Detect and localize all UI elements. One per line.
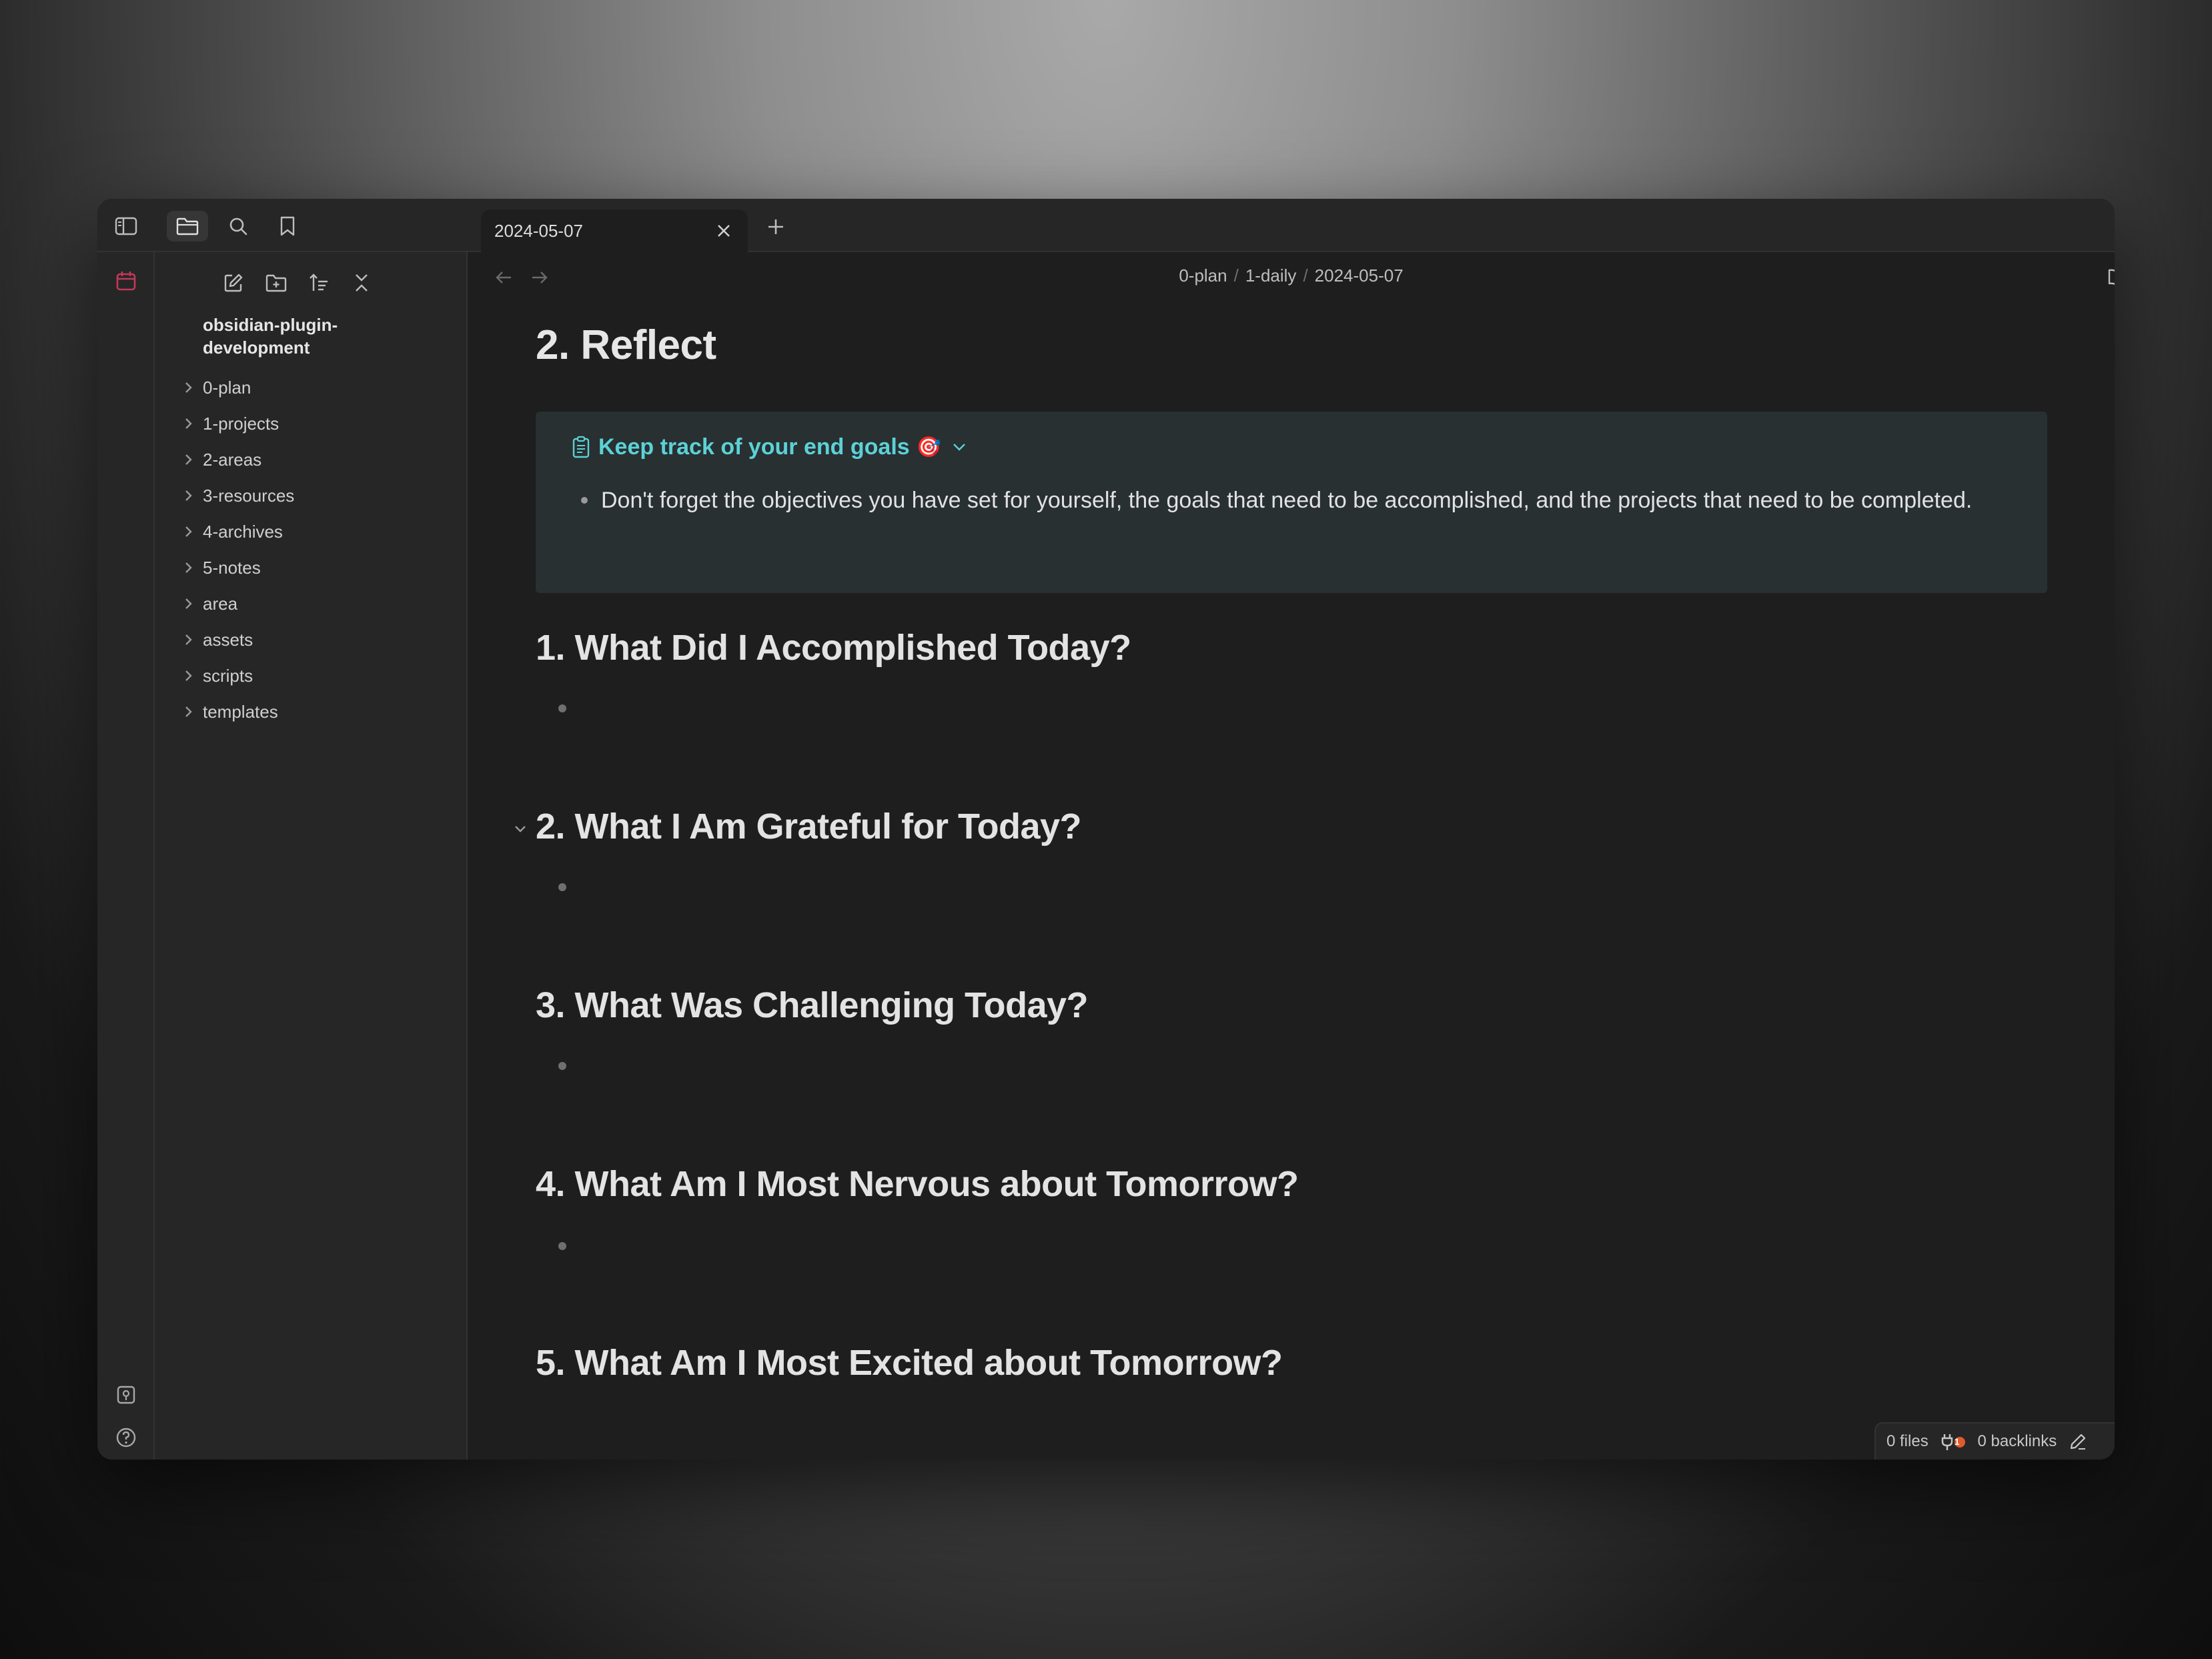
empty-bullet[interactable] <box>558 883 566 891</box>
tab-bar: 2024-05-07 <box>468 199 2115 252</box>
close-tab-icon[interactable] <box>712 219 736 243</box>
folder-item[interactable]: scripts <box>175 658 453 694</box>
chevron-right-icon[interactable] <box>175 453 203 466</box>
explorer-toolbar <box>155 264 466 302</box>
breadcrumb-item[interactable]: 2024-05-07 <box>1315 265 1404 286</box>
heading-fold-chevron-icon[interactable] <box>510 819 530 839</box>
plug-icon <box>1941 1434 1965 1450</box>
folder-label: 5-notes <box>203 557 261 578</box>
view-header: 0-plan / 1-daily / 2024-05-07 <box>468 252 2115 303</box>
folder-label: assets <box>203 629 253 650</box>
breadcrumb-item[interactable]: 0-plan <box>1179 265 1227 286</box>
new-note-icon[interactable] <box>215 264 252 302</box>
folder-label: 4-archives <box>203 521 283 542</box>
chevron-right-icon[interactable] <box>175 633 203 646</box>
vault-name[interactable]: obsidian-plugin-development <box>203 314 403 359</box>
calendar-icon[interactable] <box>111 265 141 296</box>
empty-bullet[interactable] <box>558 704 566 712</box>
file-explorer: obsidian-plugin-development 0-plan 1-proj… <box>155 252 468 1460</box>
section-heading: 5. What Am I Most Excited about Tomorrow… <box>536 1343 1283 1383</box>
section-heading-grateful: 2. What I Am Grateful for Today? <box>515 806 1082 847</box>
status-bar: 0 files 1 0 backlinks <box>1874 1422 2115 1460</box>
section-heading: 1. What Did I Accomplished Today? <box>536 628 1131 668</box>
folder-item[interactable]: assets <box>175 622 453 658</box>
folder-tree: 0-plan 1-projects 2-areas 3-resources 4-arch… <box>175 370 453 730</box>
chevron-right-icon[interactable] <box>175 489 203 502</box>
folder-label: 0-plan <box>203 377 251 398</box>
section-heading-text: 2. What I Am Grateful for Today? <box>536 806 1082 847</box>
folder-item[interactable]: 2-areas <box>175 442 453 478</box>
vault-switch-icon[interactable] <box>111 1379 141 1410</box>
plugin-badge-count: 1 <box>1954 1436 1960 1447</box>
folder-item[interactable]: 0-plan <box>175 370 453 406</box>
folder-label: scripts <box>203 665 253 686</box>
folder-label: templates <box>203 701 278 722</box>
new-tab-icon[interactable] <box>761 212 790 241</box>
folder-label: 2-areas <box>203 449 262 470</box>
editor[interactable]: 2. Reflect Keep track of your end goals … <box>515 312 2047 1383</box>
folder-item[interactable]: 3-resources <box>175 478 453 514</box>
callout-title[interactable]: Keep track of your end goals 🎯 <box>569 432 971 462</box>
callout-title-text: Keep track of your end goals <box>598 434 910 460</box>
reading-view-icon[interactable] <box>2103 263 2115 292</box>
edit-mode-pencil-icon[interactable] <box>2069 1432 2087 1451</box>
breadcrumb-separator: / <box>1233 265 1239 286</box>
section-heading: 4. What Am I Most Nervous about Tomorrow… <box>536 1164 1299 1204</box>
chevron-right-icon[interactable] <box>175 381 203 394</box>
empty-bullet[interactable] <box>558 1242 566 1250</box>
chevron-right-icon[interactable] <box>175 525 203 538</box>
bookmark-icon[interactable] <box>267 211 308 241</box>
tab-title: 2024-05-07 <box>494 220 583 241</box>
sidebar-toggle-icon[interactable] <box>105 211 147 241</box>
callout-text: Don't forget the objectives you have set… <box>601 488 1973 513</box>
breadcrumb-separator: / <box>1303 265 1308 286</box>
folder-icon[interactable] <box>167 211 208 241</box>
folder-item[interactable]: 4-archives <box>175 514 453 550</box>
callout-fold-chevron-icon[interactable] <box>948 436 971 458</box>
callout[interactable]: Keep track of your end goals 🎯 Don't for… <box>536 412 2047 593</box>
chevron-right-icon[interactable] <box>175 417 203 430</box>
collapse-all-icon[interactable] <box>343 264 380 302</box>
folder-item[interactable]: 5-notes <box>175 550 453 586</box>
breadcrumb-item[interactable]: 1-daily <box>1245 265 1297 286</box>
folder-label: 3-resources <box>203 485 295 506</box>
tab-note[interactable]: 2024-05-07 <box>481 209 748 252</box>
app-window: obsidian-plugin-development 0-plan 1-proj… <box>97 199 2115 1460</box>
note-heading: 2. Reflect <box>536 322 716 368</box>
breadcrumb: 0-plan / 1-daily / 2024-05-07 <box>468 265 2115 286</box>
folder-item[interactable]: area <box>175 586 453 622</box>
folder-item[interactable]: 1-projects <box>175 406 453 442</box>
left-header <box>97 199 468 252</box>
chevron-right-icon[interactable] <box>175 669 203 682</box>
new-folder-icon[interactable] <box>257 264 295 302</box>
backlinks-count[interactable]: 0 backlinks <box>1978 1432 2057 1451</box>
empty-bullet[interactable] <box>558 1062 566 1070</box>
file-count[interactable]: 0 files <box>1886 1432 1928 1451</box>
plugin-status[interactable]: 1 <box>1941 1432 1966 1452</box>
folder-label: 1-projects <box>203 413 280 434</box>
search-icon[interactable] <box>217 211 259 241</box>
help-icon[interactable] <box>111 1422 141 1453</box>
section-heading: 3. What Was Challenging Today? <box>536 985 1089 1025</box>
target-emoji: 🎯 <box>916 436 942 458</box>
callout-body: Don't forget the objectives you have set… <box>581 482 2002 518</box>
bullet-dot <box>581 497 588 504</box>
clipboard-icon <box>569 434 593 460</box>
chevron-right-icon[interactable] <box>175 597 203 610</box>
sort-icon[interactable] <box>300 264 338 302</box>
chevron-right-icon[interactable] <box>175 705 203 718</box>
ribbon <box>97 252 155 1460</box>
chevron-right-icon[interactable] <box>175 561 203 574</box>
folder-item[interactable]: templates <box>175 694 453 730</box>
folder-label: area <box>203 593 238 614</box>
